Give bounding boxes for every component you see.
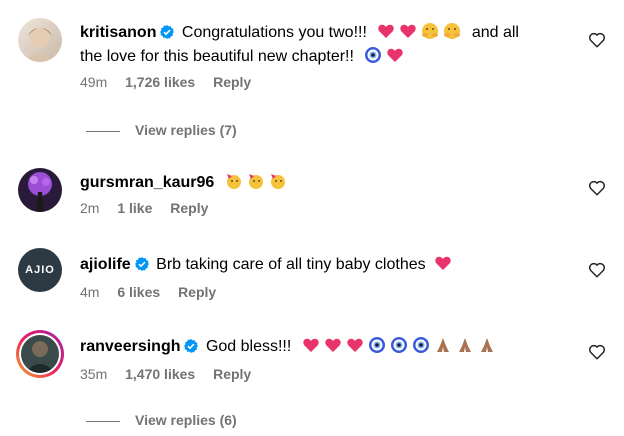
- username[interactable]: gursmran_kaur96: [80, 174, 214, 191]
- avatar-ajiolife[interactable]: AJIO: [18, 248, 62, 292]
- comment-meta: 35m 1,470 likes Reply: [80, 366, 570, 382]
- like-heart-icon[interactable]: [588, 31, 608, 51]
- avatar-ranveersingh[interactable]: [16, 330, 64, 378]
- reply-button[interactable]: Reply: [178, 284, 216, 300]
- heart-emoji-icon: [302, 336, 320, 354]
- like-heart-icon[interactable]: [588, 343, 608, 363]
- comment-time: 35m: [80, 366, 108, 382]
- comment-text: Brb taking care of all tiny baby clothes: [156, 256, 426, 273]
- comment-meta: 2m 1 like Reply: [80, 200, 570, 216]
- avatar-image: [25, 341, 55, 373]
- likes-count[interactable]: 1,726 likes: [125, 74, 195, 90]
- party-face-icon: [225, 172, 243, 190]
- comment-meta: 4m 6 likes Reply: [80, 284, 570, 300]
- comment-time: 2m: [80, 200, 100, 216]
- like-heart-icon[interactable]: [588, 261, 608, 281]
- comment-meta: 49m 1,726 likes Reply: [80, 74, 570, 90]
- comment-text: Congratulations you two!!!: [181, 24, 367, 41]
- heart-emoji-icon: [324, 336, 342, 354]
- comment-time: 4m: [80, 284, 100, 300]
- comment-time: 49m: [80, 74, 108, 90]
- likes-count[interactable]: 1 like: [117, 200, 152, 216]
- praying-hands-icon: [456, 336, 474, 354]
- verified-badge-icon: [184, 338, 199, 360]
- heart-emoji-icon: [434, 254, 452, 272]
- heart-emoji-icon: [399, 22, 417, 40]
- reply-button[interactable]: Reply: [170, 200, 208, 216]
- comment-content: ajiolife Brb taking care of all tiny bab…: [80, 254, 570, 300]
- evil-eye-icon: [364, 46, 382, 64]
- comment-content: gursmran_kaur96 2m 1 like Reply: [80, 172, 570, 216]
- comment-text-continued: and all: [471, 24, 519, 41]
- hug-emoji-icon: [421, 22, 439, 40]
- evil-eye-icon: [390, 336, 408, 354]
- likes-count[interactable]: 1,470 likes: [125, 366, 195, 382]
- comment-content: ranveersingh God bless!!! 35m 1,470 like…: [80, 336, 570, 382]
- comment-text-line2: the love for this beautiful new chapter!…: [80, 48, 354, 65]
- view-replies-button[interactable]: View replies (7): [86, 122, 237, 138]
- username[interactable]: ranveersingh: [80, 338, 180, 355]
- username[interactable]: kritisanon: [80, 24, 156, 41]
- avatar-image: [26, 28, 54, 62]
- evil-eye-icon: [412, 336, 430, 354]
- view-replies-label: View replies (6): [135, 412, 237, 428]
- username[interactable]: ajiolife: [80, 256, 131, 273]
- verified-badge-icon: [160, 24, 175, 46]
- avatar-kritisanon[interactable]: [18, 18, 62, 62]
- like-heart-icon[interactable]: [588, 179, 608, 199]
- view-replies-button[interactable]: View replies (6): [86, 412, 237, 428]
- likes-count[interactable]: 6 likes: [117, 284, 160, 300]
- heart-emoji-icon: [377, 22, 395, 40]
- replies-divider: [86, 130, 120, 132]
- party-face-icon: [247, 172, 265, 190]
- avatar-gursmran-kaur96[interactable]: [18, 168, 62, 212]
- avatar-logo-text: AJIO: [25, 264, 55, 276]
- evil-eye-icon: [368, 336, 386, 354]
- replies-divider: [86, 420, 120, 422]
- hug-emoji-icon: [443, 22, 461, 40]
- verified-badge-icon: [134, 256, 149, 278]
- praying-hands-icon: [478, 336, 496, 354]
- reply-button[interactable]: Reply: [213, 74, 251, 90]
- praying-hands-icon: [434, 336, 452, 354]
- party-face-icon: [269, 172, 287, 190]
- comment-text: God bless!!!: [205, 338, 292, 355]
- heart-emoji-icon: [346, 336, 364, 354]
- reply-button[interactable]: Reply: [213, 366, 251, 382]
- comment-content: kritisanon Congratulations you two!!! an…: [80, 22, 570, 90]
- heart-emoji-icon: [386, 46, 404, 64]
- view-replies-label: View replies (7): [135, 122, 237, 138]
- avatar-image: [28, 172, 52, 212]
